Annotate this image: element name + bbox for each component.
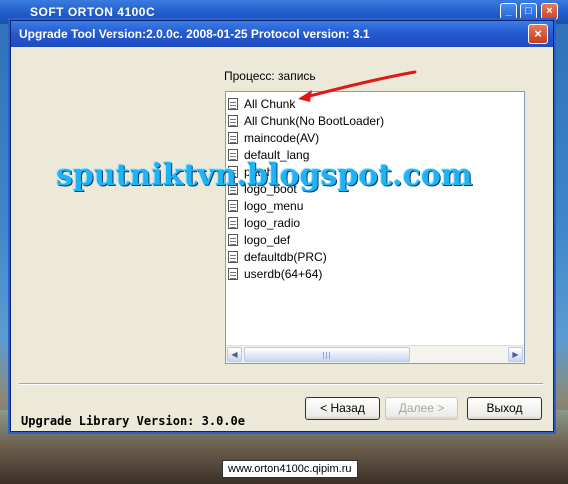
list-item-label: logo_def <box>244 232 291 247</box>
blog-watermark: sputniktvn.blogspot.com <box>56 158 473 193</box>
list-item-label: logo_menu <box>244 198 304 213</box>
dialog-titlebar[interactable]: Upgrade Tool Version:2.0.0c. 2008-01-25 … <box>11 21 553 47</box>
site-watermark: www.orton4100c.qipim.ru <box>222 460 358 478</box>
list-item-label: defaultdb(PRC) <box>244 249 327 264</box>
document-icon <box>228 97 238 110</box>
list-item[interactable]: All Chunk(No BootLoader) <box>228 112 384 129</box>
next-button[interactable]: Далее > <box>385 397 458 420</box>
list-item-label: userdb(64+64) <box>244 266 323 281</box>
red-arrow-annotation <box>298 70 417 102</box>
chunk-list: All Chunk All Chunk(No BootLoader) maincod… <box>226 92 524 346</box>
dialog-close-button[interactable]: × <box>528 24 548 44</box>
list-item[interactable]: userdb(64+64) <box>228 265 322 282</box>
grip-icon <box>323 352 332 359</box>
document-icon <box>228 114 238 127</box>
document-icon <box>228 216 238 229</box>
arrow-right-icon[interactable]: ▶ <box>508 347 523 362</box>
list-item[interactable]: logo_menu <box>228 197 303 214</box>
outer-window-title: SOFT ORTON 4100C <box>30 5 156 19</box>
back-button[interactable]: < Назад <box>305 397 380 420</box>
list-item-label: All Chunk(No BootLoader) <box>244 113 385 128</box>
document-icon <box>228 267 238 280</box>
document-icon <box>228 131 238 144</box>
library-version-label: Upgrade Library Version: 3.0.0e <box>21 414 245 428</box>
list-item-label: logo_radio <box>244 215 301 230</box>
list-item[interactable]: All Chunk <box>228 95 295 112</box>
upgrade-tool-dialog: Upgrade Tool Version:2.0.0c. 2008-01-25 … <box>10 20 554 432</box>
arrow-left-icon[interactable]: ◀ <box>227 347 242 362</box>
list-item[interactable]: logo_def <box>228 231 290 248</box>
scrollbar-thumb[interactable] <box>244 347 410 362</box>
dialog-divider <box>19 383 543 385</box>
document-icon <box>228 250 238 263</box>
list-item-label: maincode(AV) <box>244 130 320 145</box>
document-icon <box>228 199 238 212</box>
exit-button[interactable]: Выход <box>467 397 542 420</box>
outer-close-button[interactable]: × <box>541 3 558 20</box>
horizontal-scrollbar[interactable]: ◀ ▶ <box>226 345 524 363</box>
dialog-title: Upgrade Tool Version:2.0.0c. 2008-01-25 … <box>19 27 370 41</box>
document-icon <box>228 233 238 246</box>
chunk-listbox[interactable]: All Chunk All Chunk(No BootLoader) maincod… <box>225 91 525 364</box>
list-item[interactable]: maincode(AV) <box>228 129 319 146</box>
list-item[interactable]: defaultdb(PRC) <box>228 248 327 265</box>
list-item[interactable]: logo_radio <box>228 214 300 231</box>
outer-maximize-button[interactable]: □ <box>520 3 537 20</box>
outer-minimize-button[interactable]: _ <box>500 3 517 20</box>
list-item-label: All Chunk <box>244 96 296 111</box>
